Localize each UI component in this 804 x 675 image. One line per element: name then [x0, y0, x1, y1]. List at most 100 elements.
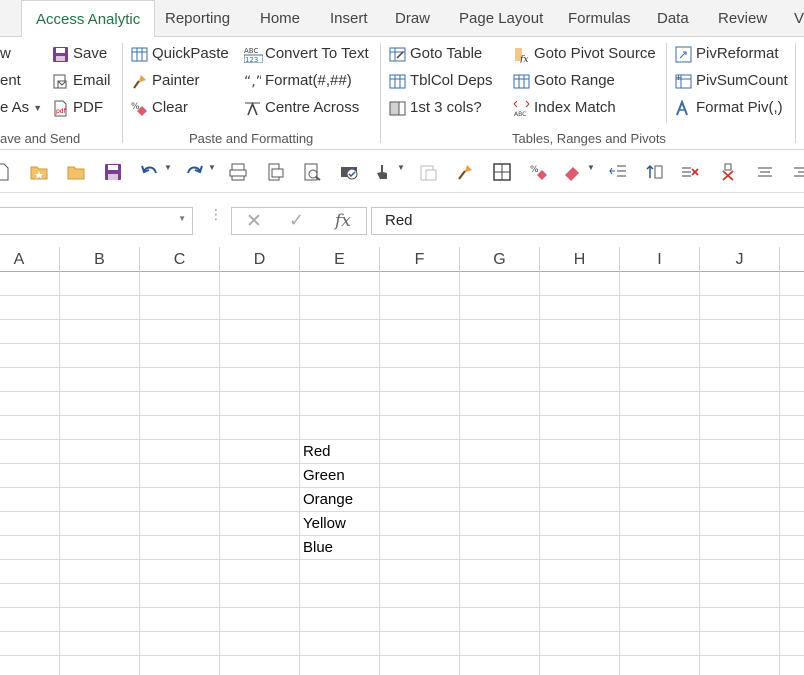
format-piv-button[interactable]: Format Piv(,) [675, 97, 783, 119]
index-match-button[interactable]: ABC Index Match [513, 97, 616, 119]
zoom-page-icon[interactable] [303, 163, 321, 181]
goto-pivot-source-label: Goto Pivot Source [534, 45, 656, 62]
tab-page-layout[interactable]: Page Layout [459, 0, 543, 37]
column-header-h[interactable]: H [540, 247, 620, 272]
tab-data[interactable]: Data [657, 0, 689, 37]
tab-reporting[interactable]: Reporting [165, 0, 230, 37]
cell-e12[interactable]: Blue [303, 536, 333, 560]
redo-dropdown-icon[interactable]: ▼ [208, 163, 218, 181]
first-3-cols-label: 1st 3 cols? [410, 99, 482, 116]
goto-table-button[interactable]: Goto Table [389, 43, 482, 65]
column-header-b[interactable]: B [60, 247, 140, 272]
redo-icon[interactable] [185, 163, 203, 181]
indent-icon[interactable] [609, 163, 627, 181]
tab-insert[interactable]: Insert [330, 0, 368, 37]
eraser-icon[interactable] [563, 163, 581, 181]
formula-buttons: ✕ ✓ fx [231, 207, 367, 235]
save-icon[interactable] [104, 163, 122, 181]
goto-range-icon [513, 73, 530, 90]
column-header-f[interactable]: F [380, 247, 460, 272]
eraser-dropdown-icon[interactable]: ▼ [587, 163, 597, 181]
tab-access-analytic[interactable]: Access Analytic [21, 0, 156, 38]
new-folder-star-icon[interactable] [30, 163, 48, 181]
print-icon[interactable] [266, 163, 284, 181]
cut-button-2[interactable]: ent [0, 70, 21, 92]
pivreformat-button[interactable]: PivReformat [675, 43, 779, 65]
centre-across-icon [244, 100, 261, 117]
tab-review[interactable]: Review [718, 0, 767, 37]
column-header-g[interactable]: G [460, 247, 540, 272]
check-spelling-icon[interactable] [340, 163, 358, 181]
more-options-icon[interactable]: ⋮ [209, 207, 223, 221]
new-file-icon[interactable] [0, 163, 10, 181]
column-header-c[interactable]: C [140, 247, 220, 272]
cancel-icon[interactable]: ✕ [246, 210, 262, 233]
pdf-button[interactable]: pdf PDF [52, 97, 103, 119]
dropdown-arrow-icon: ▼ [33, 103, 43, 113]
column-header-k[interactable] [780, 247, 804, 272]
email-label: Email [73, 72, 111, 89]
tblcol-deps-button[interactable]: TblCol Deps [389, 70, 493, 92]
svg-text:+: + [675, 73, 682, 82]
cell-area[interactable]: Red Green Orange Yellow Blue [0, 272, 804, 675]
first-3-cols-button[interactable]: 1st 3 cols? [389, 97, 482, 119]
svg-text:ABC: ABC [514, 111, 526, 117]
centre-across-button[interactable]: Centre Across [244, 97, 359, 119]
touch-mode-icon[interactable] [374, 163, 392, 181]
cut-button-1[interactable]: w [0, 43, 11, 65]
format-number-button[interactable]: “,” Format(#,##) [244, 70, 352, 92]
align-right-icon[interactable] [792, 163, 804, 181]
formula-bar: ▼ ⋮ ✕ ✓ fx Red [0, 200, 804, 238]
email-button[interactable]: Email [52, 70, 111, 92]
cell-e8[interactable]: Red [303, 440, 331, 464]
open-folder-icon[interactable] [67, 163, 85, 181]
goto-pivot-source-button[interactable]: fx Goto Pivot Source [513, 43, 656, 65]
formula-input[interactable]: Red [371, 207, 804, 235]
quickpaste-button[interactable]: QuickPaste [131, 43, 229, 65]
cell-e10[interactable]: Orange [303, 488, 353, 512]
spreadsheet-grid: A B C D E F G H I J Red Green Orange Yel… [0, 247, 804, 675]
paste-disabled-icon[interactable] [419, 163, 437, 181]
pivsumcount-button[interactable]: + PivSumCount [675, 70, 788, 92]
borders-icon[interactable] [493, 163, 511, 181]
tab-draw[interactable]: Draw [395, 0, 430, 37]
index-match-icon: ABC [513, 100, 530, 118]
touch-dropdown-icon[interactable]: ▼ [397, 163, 407, 181]
column-header-e[interactable]: E [300, 247, 380, 272]
convert-to-text-button[interactable]: ABC 123 Convert To Text [243, 43, 369, 65]
name-box[interactable]: ▼ [0, 207, 193, 235]
percent-clear-icon[interactable]: % [530, 163, 548, 181]
column-header-i[interactable]: I [620, 247, 700, 272]
painter-button[interactable]: Painter [131, 70, 200, 92]
tab-view[interactable]: V [794, 0, 804, 37]
print-preview-icon[interactable] [229, 163, 247, 181]
tab-home[interactable]: Home [260, 0, 300, 37]
align-center-icon[interactable] [756, 163, 774, 181]
cell-e11[interactable]: Yellow [303, 512, 346, 536]
goto-range-button[interactable]: Goto Range [513, 70, 615, 92]
format-painter-icon[interactable] [456, 163, 474, 181]
column-header-d[interactable]: D [220, 247, 300, 272]
chevron-down-icon[interactable]: ▼ [178, 214, 186, 223]
insert-function-icon[interactable]: fx [335, 211, 351, 231]
enter-check-icon[interactable]: ✓ [289, 210, 304, 231]
index-match-label: Index Match [534, 99, 616, 116]
pivsumcount-label: PivSumCount [696, 72, 788, 89]
column-header-j[interactable]: J [700, 247, 780, 272]
quickpaste-label: QuickPaste [152, 45, 229, 62]
pdf-icon: pdf [52, 100, 69, 117]
clear-button[interactable]: % Clear [131, 97, 188, 119]
group-separator [795, 43, 796, 143]
cell-e9[interactable]: Green [303, 464, 345, 488]
save-button[interactable]: Save [52, 43, 107, 65]
delete-columns-icon[interactable] [681, 163, 699, 181]
delete-rows-icon[interactable] [719, 163, 737, 181]
sort-icon[interactable] [646, 163, 664, 181]
format-a-icon [675, 98, 692, 117]
tab-formulas[interactable]: Formulas [568, 0, 631, 37]
column-header-a[interactable]: A [0, 247, 60, 272]
undo-dropdown-icon[interactable]: ▼ [164, 163, 174, 181]
undo-icon[interactable] [141, 163, 159, 181]
cut-button-3[interactable]: e As ▼ [0, 97, 42, 119]
table-paste-icon [131, 46, 148, 63]
